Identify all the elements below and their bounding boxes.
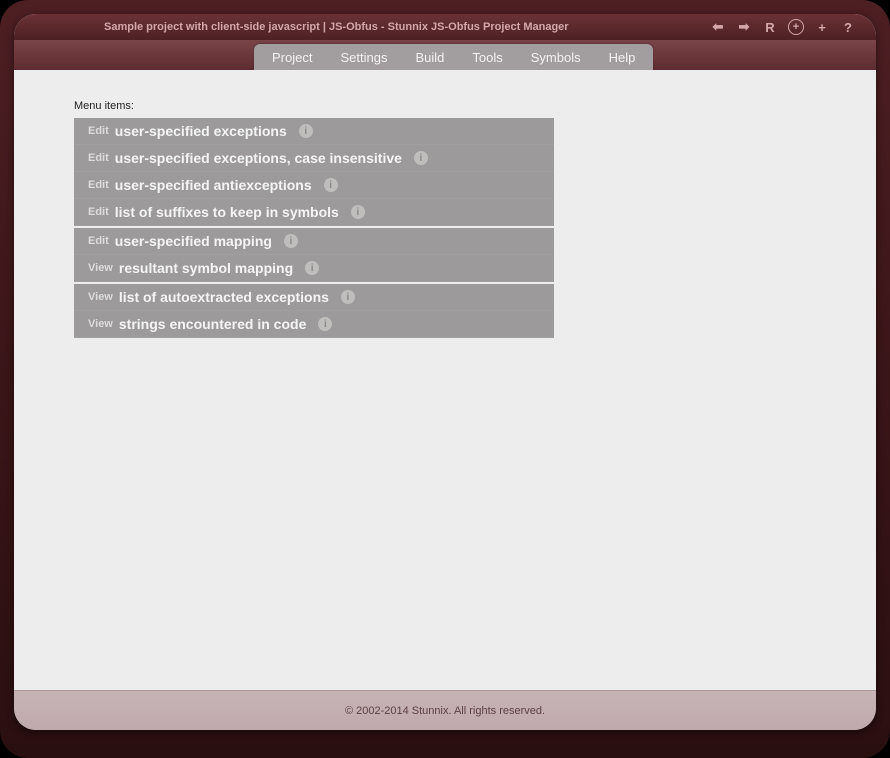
item-prefix: Edit	[88, 235, 109, 247]
item-prefix: Edit	[88, 206, 109, 218]
item-view-mapping[interactable]: View resultant symbol mapping i	[74, 255, 554, 282]
item-group-3: View list of autoextracted exceptions i …	[74, 284, 554, 338]
tab-settings[interactable]: Settings	[326, 46, 401, 69]
info-icon[interactable]: i	[318, 317, 332, 331]
tab-container: Project Settings Build Tools Symbols Hel…	[254, 44, 653, 70]
window: Sample project with client-side javascri…	[14, 14, 876, 730]
item-prefix: View	[88, 262, 113, 274]
item-label: strings encountered in code	[119, 316, 306, 332]
menubar: Project Settings Build Tools Symbols Hel…	[14, 40, 876, 70]
item-prefix: Edit	[88, 152, 109, 164]
app-frame: Sample project with client-side javascri…	[0, 0, 890, 758]
item-prefix: Edit	[88, 179, 109, 191]
add-button[interactable]: +	[814, 19, 830, 35]
footer: © 2002-2014 Stunnix. All rights reserved…	[14, 690, 876, 730]
info-icon[interactable]: i	[305, 261, 319, 275]
titlebar: Sample project with client-side javascri…	[14, 14, 876, 40]
item-edit-mapping[interactable]: Edit user-specified mapping i	[74, 228, 554, 255]
content-area: Menu items: Edit user-specified exceptio…	[14, 70, 876, 690]
title-controls: ⬅ ➡ R + + ?	[710, 14, 856, 40]
item-prefix: View	[88, 318, 113, 330]
forward-icon[interactable]: ➡	[736, 19, 752, 35]
info-icon[interactable]: i	[414, 151, 428, 165]
reload-button[interactable]: R	[762, 19, 778, 35]
tab-help[interactable]: Help	[595, 46, 650, 69]
info-icon[interactable]: i	[324, 178, 338, 192]
zoom-button[interactable]: +	[788, 19, 804, 35]
tab-project[interactable]: Project	[258, 46, 326, 69]
footer-text: © 2002-2014 Stunnix. All rights reserved…	[345, 705, 545, 717]
item-prefix: View	[88, 291, 113, 303]
window-title: Sample project with client-side javascri…	[104, 21, 569, 33]
item-label: user-specified mapping	[115, 233, 272, 249]
info-icon[interactable]: i	[351, 205, 365, 219]
info-icon[interactable]: i	[284, 234, 298, 248]
help-button[interactable]: ?	[840, 19, 856, 35]
item-prefix: Edit	[88, 125, 109, 137]
info-icon[interactable]: i	[341, 290, 355, 304]
item-group-2: Edit user-specified mapping i View resul…	[74, 228, 554, 282]
item-group-1: Edit user-specified exceptions i Edit us…	[74, 118, 554, 226]
item-label: user-specified exceptions	[115, 123, 287, 139]
section-heading: Menu items:	[74, 100, 876, 112]
item-label: list of suffixes to keep in symbols	[115, 204, 339, 220]
item-view-strings[interactable]: View strings encountered in code i	[74, 311, 554, 338]
item-view-autoextracted[interactable]: View list of autoextracted exceptions i	[74, 284, 554, 311]
item-edit-exceptions-ci[interactable]: Edit user-specified exceptions, case ins…	[74, 145, 554, 172]
item-edit-antiexceptions[interactable]: Edit user-specified antiexceptions i	[74, 172, 554, 199]
item-label: resultant symbol mapping	[119, 260, 293, 276]
item-label: user-specified exceptions, case insensit…	[115, 150, 402, 166]
item-label: list of autoextracted exceptions	[119, 289, 329, 305]
tab-symbols[interactable]: Symbols	[517, 46, 595, 69]
back-icon[interactable]: ⬅	[710, 19, 726, 35]
tab-tools[interactable]: Tools	[458, 46, 516, 69]
tab-build[interactable]: Build	[401, 46, 458, 69]
info-icon[interactable]: i	[299, 124, 313, 138]
item-label: user-specified antiexceptions	[115, 177, 312, 193]
item-edit-exceptions[interactable]: Edit user-specified exceptions i	[74, 118, 554, 145]
item-edit-suffixes[interactable]: Edit list of suffixes to keep in symbols…	[74, 199, 554, 226]
